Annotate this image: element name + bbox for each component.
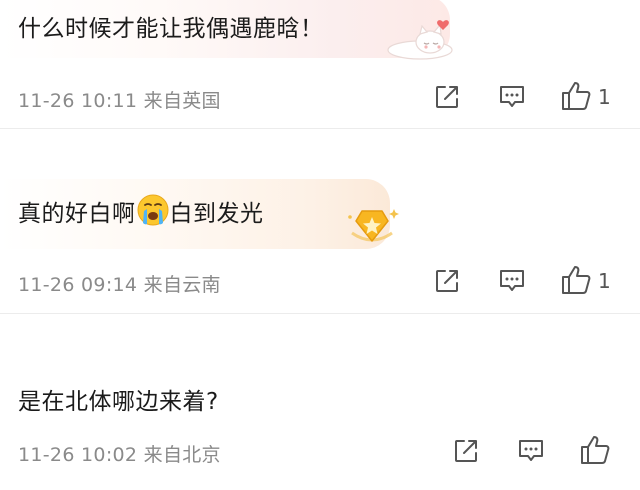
comment-text-part: 真的好白啊 [18,201,136,227]
comment-meta: 11-26 09:14 来自云南 [18,274,221,296]
comment-meta: 11-26 10:11 来自英国 [18,90,221,112]
thumbs-up-icon [562,266,591,294]
share-icon [436,270,458,292]
comment-icon [500,86,524,107]
comment-item: 什么时候才能让我偶遇鹿晗！ 11-26 10:11 来自英国 1 [0,0,640,128]
comment-text-part: 白到发光 [169,201,264,227]
comment-meta: 11-26 10:02 来自北京 [18,444,221,466]
crying-face-icon [137,194,168,226]
comment-button[interactable] [497,266,527,296]
thumbs-up-icon [581,436,610,464]
like-count: 1 [598,269,611,293]
like-button[interactable] [578,433,612,467]
share-icon [436,86,458,108]
comment-button[interactable] [497,82,527,112]
comment-text: 是在北体哪边来着? [18,389,219,415]
like-count: 1 [598,85,611,109]
share-button[interactable] [432,266,462,296]
comment-item: 真的好白啊 白到发光 11-26 09:14 来自云南 1 [0,129,640,314]
sleeping-cat-icon [387,20,453,60]
gold-star-shield-icon [348,209,399,242]
thumbs-up-icon [562,82,591,110]
share-button[interactable] [432,82,462,112]
comment-text: 什么时候才能让我偶遇鹿晗！ [18,16,324,42]
comment-item: 是在北体哪边来着? 11-26 10:02 来自北京 [0,314,640,490]
comment-text: 真的好白啊 白到发光 [18,193,264,228]
comment-button[interactable] [516,436,546,466]
like-button[interactable] [559,79,593,113]
comment-icon [500,270,524,291]
comment-icon [519,440,543,461]
share-icon [455,440,477,462]
like-button[interactable] [559,263,593,297]
share-button[interactable] [451,436,481,466]
